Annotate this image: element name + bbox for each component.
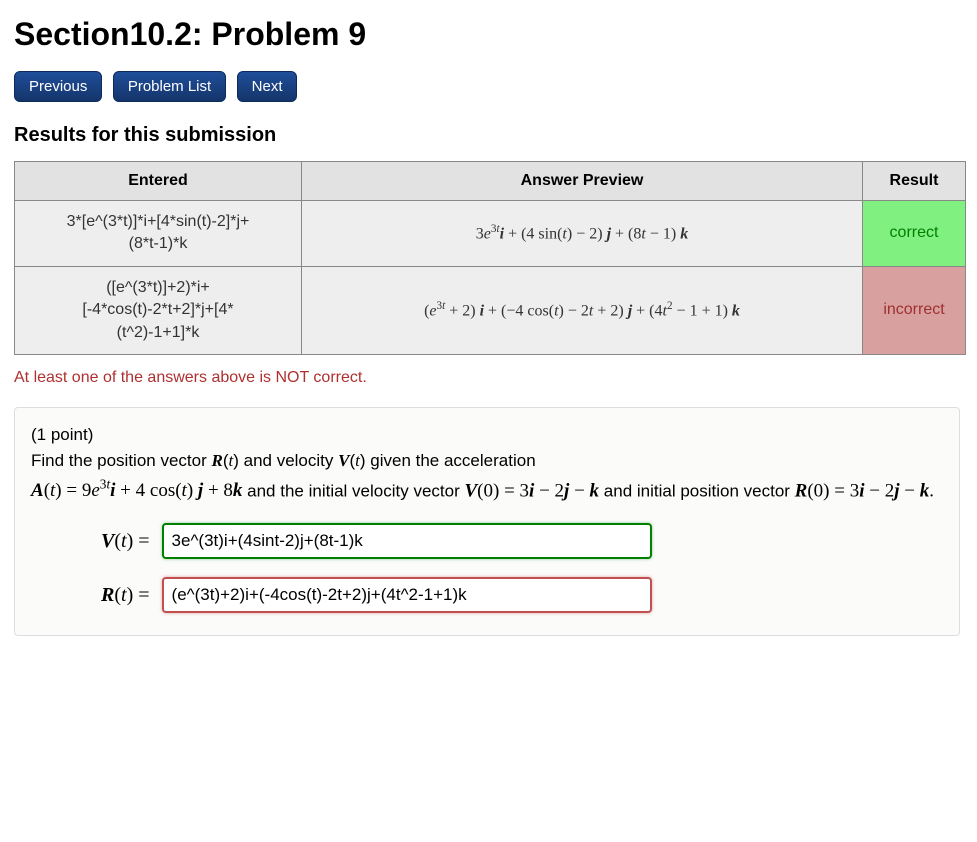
col-entered: Entered bbox=[15, 162, 302, 201]
results-table: Entered Answer Preview Result 3*[e^(3*t)… bbox=[14, 161, 966, 355]
r-input[interactable] bbox=[162, 577, 652, 613]
previous-button[interactable]: Previous bbox=[14, 71, 102, 102]
acceleration-expr: A(t) = 9e3ti + 4 cos(t) j + 8k bbox=[31, 480, 242, 501]
answer-row-v: V(t) = bbox=[101, 523, 943, 559]
result-cell: incorrect bbox=[863, 266, 966, 354]
col-result: Result bbox=[863, 162, 966, 201]
r0-expr: R(0) = 3i − 2j − k. bbox=[795, 480, 934, 501]
mid-text-1: and the initial velocity vector bbox=[247, 481, 464, 500]
v-label: V(t) = bbox=[101, 526, 150, 557]
answer-row-r: R(t) = bbox=[101, 577, 943, 613]
nav-row: Previous Problem List Next bbox=[14, 71, 963, 102]
table-row: ([e^(3*t)]+2)*i+[-4*cos(t)-2*t+2]*j+[4*(… bbox=[15, 266, 966, 354]
table-row: 3*[e^(3*t)]*i+[4*sin(t)-2]*j+(8*t-1)*k3e… bbox=[15, 201, 966, 267]
points-label: (1 point) bbox=[31, 422, 943, 448]
entered-cell: 3*[e^(3*t)]*i+[4*sin(t)-2]*j+(8*t-1)*k bbox=[15, 201, 302, 267]
next-button[interactable]: Next bbox=[237, 71, 298, 102]
intro-text: Find the position vector R(t) and veloci… bbox=[31, 451, 536, 470]
col-preview: Answer Preview bbox=[302, 162, 863, 201]
warning-text: At least one of the answers above is NOT… bbox=[14, 369, 963, 387]
results-heading: Results for this submission bbox=[14, 124, 963, 147]
problem-list-button[interactable]: Problem List bbox=[113, 71, 226, 102]
preview-cell: 3e3ti + (4 sin(t) − 2) j + (8t − 1) k bbox=[302, 201, 863, 267]
preview-cell: (e3t + 2) i + (−4 cos(t) − 2t + 2) j + (… bbox=[302, 266, 863, 354]
problem-statement: (1 point) Find the position vector R(t) … bbox=[14, 407, 960, 636]
page-title: Section10.2: Problem 9 bbox=[14, 16, 963, 53]
entered-cell: ([e^(3*t)]+2)*i+[-4*cos(t)-2*t+2]*j+[4*(… bbox=[15, 266, 302, 354]
r-label: R(t) = bbox=[101, 580, 150, 611]
result-cell: correct bbox=[863, 201, 966, 267]
v-input[interactable] bbox=[162, 523, 652, 559]
mid-text-2: and initial position vector bbox=[604, 481, 795, 500]
v0-expr: V(0) = 3i − 2j − k bbox=[464, 480, 599, 501]
